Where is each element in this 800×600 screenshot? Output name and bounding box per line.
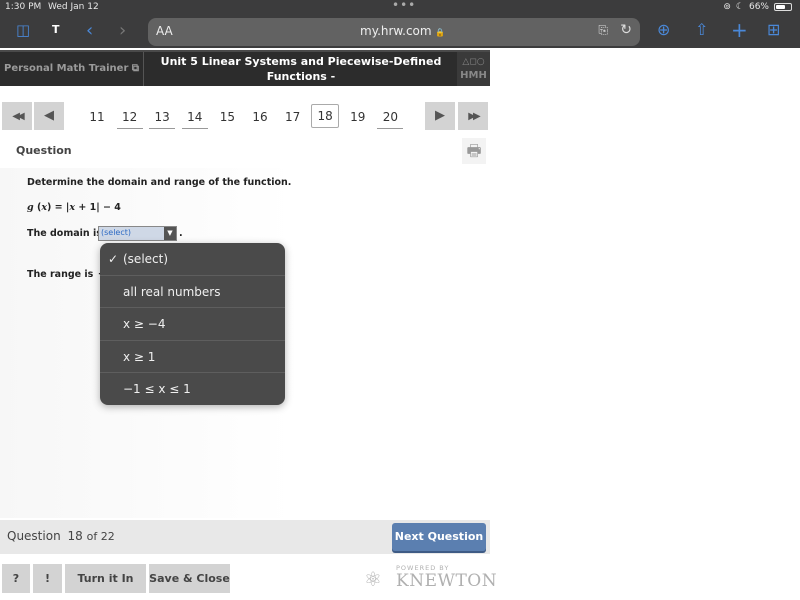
sidebar-icon[interactable]: ◫ <box>16 21 30 39</box>
url-text[interactable]: my.hrw.com 🔒 <box>360 24 445 38</box>
question-total: of 22 <box>86 530 115 543</box>
question-word: Question <box>7 529 61 543</box>
extension-icon[interactable]: ⎘ <box>598 23 608 38</box>
checkmark-icon: ✓ <box>108 252 119 266</box>
domain-option[interactable]: −1 ≤ x ≤ 1 <box>100 373 285 405</box>
domain-suffix: . <box>179 228 183 239</box>
question-section-label: Question <box>16 144 72 157</box>
domain-options-popover: ✓ (select) all real numbers x ≥ −4 x ≥ 1 −1 ≤… <box>100 243 285 405</box>
forward-icon[interactable]: › <box>119 20 126 41</box>
left-arrow-icon: ◀ <box>44 108 54 123</box>
function-name: g <box>27 202 34 213</box>
page-number-18[interactable]: 18 <box>311 104 340 128</box>
external-link-icon: ⧉ <box>131 63 140 74</box>
url-domain: my.hrw.com <box>360 24 432 38</box>
domain-option-label: −1 ≤ x ≤ 1 <box>123 382 191 396</box>
printer-icon: 🖶 <box>466 141 482 160</box>
function-expression: g (x) = |x + 1| − 4 <box>27 202 121 213</box>
title-line-1: Unit 5 Linear Systems and Piecewise-Defi… <box>160 55 442 83</box>
question-pager: ◀◀ ◀ 11 12 13 14 15 16 17 18 19 20 ▶ ▶▶ <box>0 102 490 132</box>
function-rhs-pre: = | <box>51 202 70 213</box>
back-icon[interactable]: ‹ <box>86 20 93 41</box>
battery-icon <box>774 3 792 11</box>
domain-option[interactable]: x ≥ −4 <box>100 308 285 341</box>
title-line-2: Giordano <box>272 85 330 98</box>
question-footer: Question 18 of 22 Next Question <box>0 520 490 554</box>
page-number-16[interactable]: 16 <box>247 107 273 129</box>
hmh-logo-text: HMH <box>460 70 487 81</box>
function-var: x <box>41 202 47 213</box>
domain-line: The domain is . <box>27 228 183 239</box>
lock-icon: 🔒 <box>435 28 446 37</box>
domain-option-label: (select) <box>123 252 169 266</box>
multitask-dots-icon[interactable]: ••• <box>392 0 416 12</box>
first-page-button[interactable]: ◀◀ <box>2 102 32 130</box>
domain-option[interactable]: ✓ (select) <box>100 243 285 276</box>
turn-it-in-button[interactable]: Turn it In <box>65 564 146 593</box>
range-line: The range is { <box>27 261 108 284</box>
tab-label[interactable]: T <box>52 23 60 36</box>
domain-option[interactable]: all real numbers <box>100 276 285 308</box>
question-counter: Question 18 of 22 <box>7 529 115 543</box>
next-page-button[interactable]: ▶ <box>425 102 455 130</box>
page-number-20[interactable]: 20 <box>377 107 404 129</box>
address-bar[interactable]: AA my.hrw.com 🔒 ⎘ ↻ <box>148 18 640 46</box>
app-name: Personal Math Trainer <box>4 63 129 74</box>
help-button[interactable]: ? <box>2 564 30 593</box>
battery-percent: 66% <box>748 2 769 12</box>
double-right-arrow-icon: ▶▶ <box>468 111 481 122</box>
knewton-atom-icon: ⚛ <box>364 567 382 591</box>
double-left-arrow-icon: ◀◀ <box>12 111 25 122</box>
prev-page-button[interactable]: ◀ <box>34 102 64 130</box>
download-icon[interactable]: ⊕ <box>657 20 670 39</box>
status-time: 1:30 PM <box>5 2 42 12</box>
domain-option-label: x ≥ −4 <box>123 317 166 331</box>
domain-select[interactable]: (select) ▼ <box>98 226 177 241</box>
tabs-grid-icon[interactable]: ⊞ <box>767 20 780 39</box>
question-prompt: Determine the domain and range of the fu… <box>27 177 292 188</box>
page-number-12[interactable]: 12 <box>116 107 143 129</box>
last-page-button[interactable]: ▶▶ <box>458 102 488 130</box>
question-current: 18 <box>67 529 83 543</box>
hmh-logo: △◻○ HMH <box>457 52 490 86</box>
domain-select-value: (select) <box>101 228 132 237</box>
reload-icon[interactable]: ↻ <box>620 22 632 38</box>
personal-math-trainer-link[interactable]: Personal Math Trainer ⧉ <box>0 52 144 86</box>
print-button[interactable]: 🖶 <box>462 138 486 164</box>
domain-option-label: all real numbers <box>123 284 221 299</box>
browser-toolbar: ◫ T ‹ › AA my.hrw.com 🔒 ⎘ ↻ ⊕ ⇧ + ⊞ <box>0 16 800 48</box>
domain-label: The domain is <box>27 228 102 239</box>
alert-button[interactable]: ! <box>33 564 62 593</box>
page-number-17[interactable]: 17 <box>280 107 306 129</box>
page-number-15[interactable]: 15 <box>214 107 240 129</box>
domain-option[interactable]: x ≥ 1 <box>100 341 285 373</box>
dropdown-arrow-icon: ▼ <box>164 227 176 240</box>
page-number-14[interactable]: 14 <box>181 107 208 129</box>
domain-option-label: x ≥ 1 <box>123 349 156 364</box>
new-tab-icon[interactable]: + <box>731 18 748 42</box>
function-rhs-mid: + 1| − 4 <box>75 202 121 213</box>
status-bar: 1:30 PM Wed Jan 12 ••• ⊚ ☾ 66% <box>0 0 800 16</box>
status-date: Wed Jan 12 <box>48 2 99 12</box>
assignment-title: Unit 5 Linear Systems and Piecewise-Defi… <box>145 54 457 99</box>
share-icon[interactable]: ⇧ <box>695 20 708 39</box>
knewton-brand: KNEWTON <box>396 571 498 591</box>
page-number-11[interactable]: 11 <box>84 107 110 129</box>
moon-icon: ☾ <box>735 2 744 12</box>
status-right: ⊚ ☾ 66% <box>723 2 792 12</box>
knewton-logo: ⚛ POWERED BY KNEWTON <box>364 563 497 595</box>
text-size-button[interactable]: AA <box>156 24 173 38</box>
right-arrow-icon: ▶ <box>435 108 445 123</box>
range-label: The range is <box>27 269 94 280</box>
hmh-logo-shapes-icon: △◻○ <box>462 57 485 67</box>
battery-fill <box>776 5 786 9</box>
page-number-13[interactable]: 13 <box>149 107 176 129</box>
app-header: Personal Math Trainer ⧉ Unit 5 Linear Sy… <box>0 50 490 98</box>
link-icon: ⊚ <box>723 2 731 12</box>
next-question-button[interactable]: Next Question <box>392 523 486 551</box>
page-number-19[interactable]: 19 <box>345 107 371 129</box>
save-close-button[interactable]: Save & Close <box>149 564 230 593</box>
